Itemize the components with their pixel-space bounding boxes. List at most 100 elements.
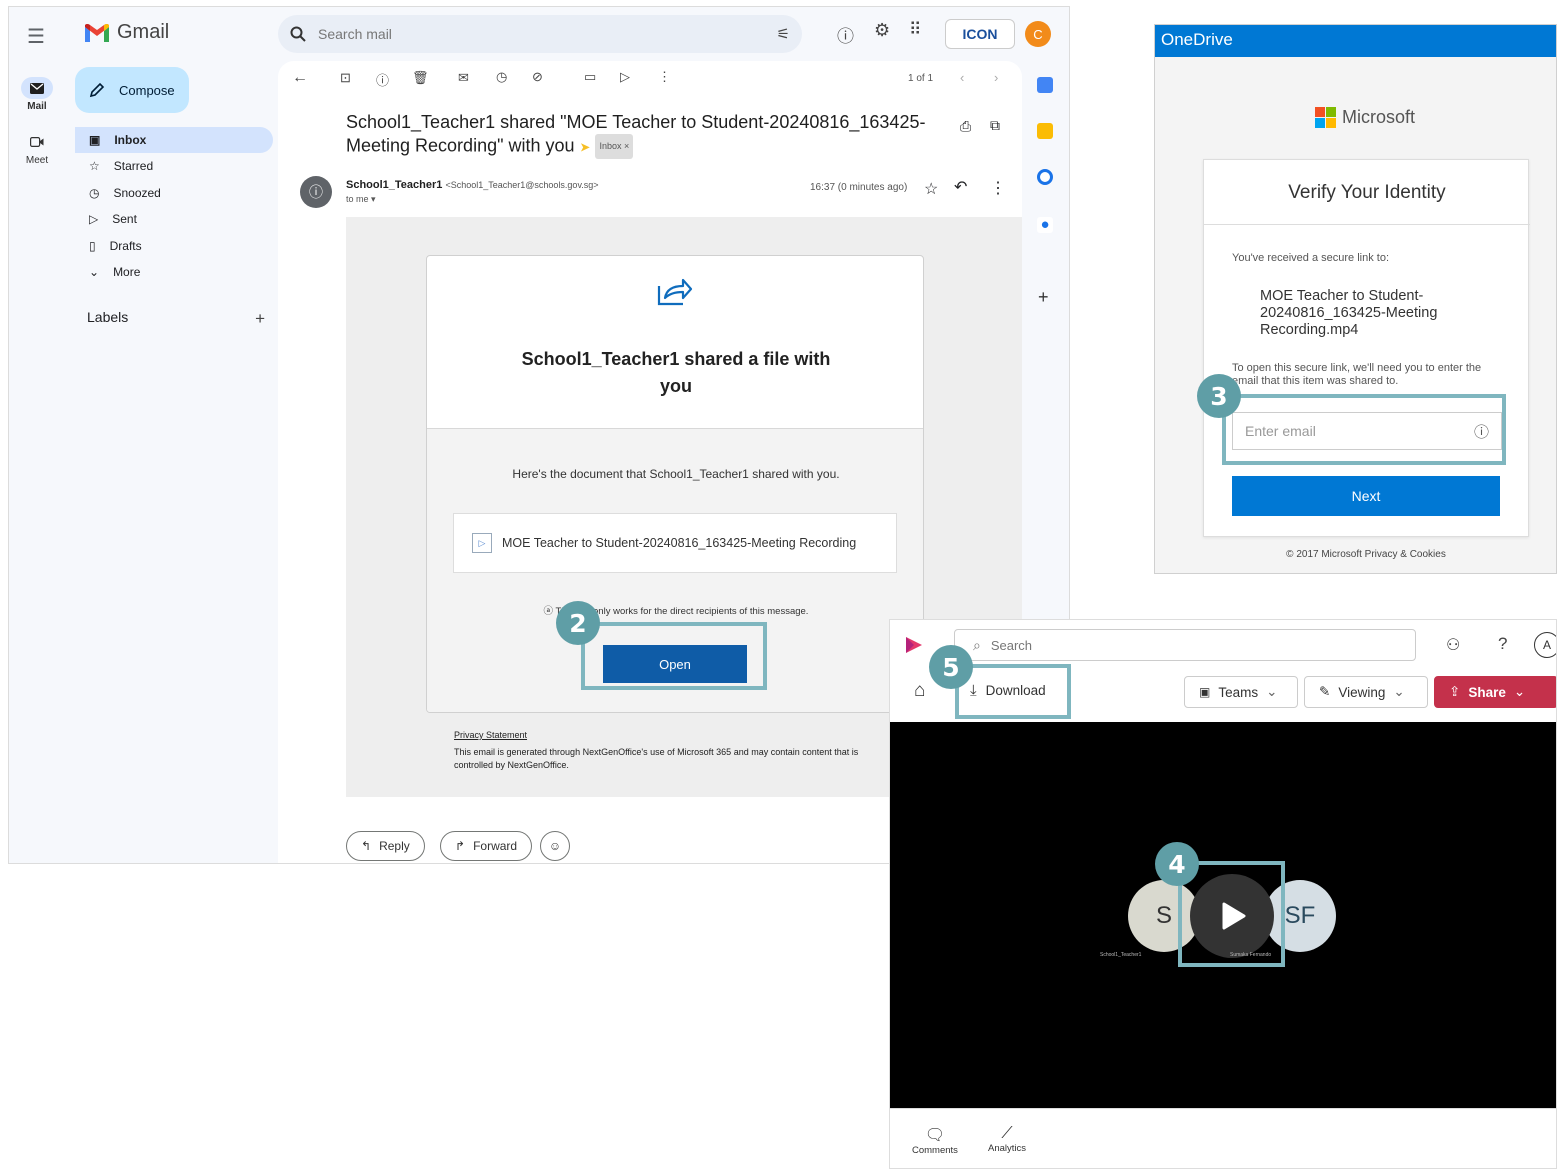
contacts-icon[interactable]: ● [1037,217,1053,233]
compose-button[interactable]: Compose [75,67,189,113]
search-input[interactable]: Search mail [318,26,777,42]
forward-button[interactable]: ↱ Forward [440,831,533,861]
chevron-down-icon: ⌄ [1513,684,1526,699]
share-file-icon [657,278,693,306]
keep-icon[interactable] [1037,123,1053,139]
privacy-statement-link[interactable]: Privacy Statement [454,730,527,740]
nav-starred[interactable]: ☆ Starred [75,153,273,179]
delete-icon[interactable]: 🗑︎ [412,70,429,86]
labels-section: Labels + [87,309,265,329]
next-icon[interactable]: › [994,70,998,85]
search-icon[interactable] [290,26,306,42]
shared-file-link[interactable]: ▷ MOE Teacher to Student-20240816_163425… [453,513,897,573]
annotation-step-5: 5 [929,645,973,689]
stream-logo-icon[interactable] [904,636,924,654]
get-addons-icon[interactable]: + [1038,287,1049,308]
nav-snoozed[interactable]: ◷ Snoozed [75,180,273,206]
onedrive-title: OneDrive [1161,30,1233,49]
reply-button[interactable]: ↰ Reply [346,831,425,861]
nav-inbox[interactable]: ▣ Inbox [75,127,273,153]
sender-name[interactable]: School1_Teacher1 [346,179,442,191]
emoji-button[interactable]: ☺ [540,831,570,861]
tasks-icon[interactable] [1037,169,1053,185]
message-more-icon[interactable]: ⋮ [990,178,1006,198]
home-icon[interactable]: ⌂ [914,680,925,702]
annotation-step-2: 2 [556,601,600,645]
nav-inbox-label: Inbox [114,133,147,147]
chevron-down-icon: ⌄ [1393,684,1405,699]
next-button[interactable]: Next [1232,476,1500,516]
stream-search-bar[interactable]: ⌕ Search [954,629,1416,661]
share-button[interactable]: ⇪ Share ⌄ [1434,676,1556,708]
message-toolbar: ← ⊡ ⓘ 🗑︎ ✉ ◷ ⊘ ▭ ▷ ⋮ 1 of 1 ‹ › [278,61,1022,97]
rail-mail[interactable]: Mail [9,77,65,112]
help-icon[interactable]: ⓘ [837,22,854,47]
org-logo[interactable]: ICON [945,19,1015,49]
gmail-app-name: Gmail [117,21,170,43]
email-footnote: This email is generated through NextGenO… [454,747,859,770]
stream-account-avatar[interactable]: A [1534,632,1556,658]
microsoft-squares-icon [1315,107,1336,128]
recipient-details[interactable]: to me ▾ [346,194,376,205]
add-label-icon[interactable]: + [255,309,265,329]
archive-icon[interactable]: ⊡ [340,70,351,86]
reply-label: Reply [379,839,410,853]
mail-search-bar[interactable]: Search mail ⚟ [278,15,802,53]
secure-file-name-text: MOE Teacher to Student-20240816_163425-M… [1260,288,1438,338]
more-vert-icon[interactable]: ⋮ [658,69,671,85]
mark-unread-icon[interactable]: ✉ [458,70,469,86]
add-task-icon[interactable]: ⊘ [532,69,543,85]
print-icon[interactable]: ⎙ [960,118,971,135]
viewing-mode-button[interactable]: ✎ Viewing ⌄ [1304,676,1428,708]
importance-icon[interactable]: ➤ [580,139,591,154]
reply-icon[interactable]: ↶ [954,177,967,197]
annotation-step-3-label: 3 [1210,381,1228,411]
back-arrow-icon[interactable]: ← [292,69,308,87]
card-description: Here's the document that School1_Teacher… [512,467,840,481]
prev-icon[interactable]: ‹ [960,70,964,85]
star-message-icon[interactable]: ☆ [924,179,938,199]
open-new-window-icon[interactable]: ⧉ [990,117,1000,134]
analytics-button[interactable]: ⟋ Analytics [988,1125,1026,1154]
main-menu-icon[interactable]: ☰ [27,24,45,49]
report-spam-icon[interactable]: ⓘ [376,70,389,89]
star-icon: ☆ [89,159,100,173]
nav-starred-label: Starred [113,159,154,173]
card-title: School1_Teacher1 shared a file with you [427,346,923,400]
pager: 1 of 1 [908,73,934,84]
video-icon [21,131,53,153]
label-icon[interactable]: ▷ [620,69,630,85]
video-file-icon: ▷ [472,533,492,553]
stream-search-input[interactable]: Search [991,638,1032,653]
annotation-box-download [955,664,1071,719]
teams-button[interactable]: ▣ Teams ⌄ [1184,676,1298,708]
clock-icon: ◷ [89,186,100,200]
chevron-down-icon: ⌄ [1266,684,1278,699]
account-avatar[interactable]: C [1025,21,1051,47]
rail-meet[interactable]: Meet [9,131,65,166]
gmail-logo[interactable]: Gmail [84,21,169,44]
next-label: Next [1351,488,1381,504]
forward-label: Forward [473,839,518,853]
search-options-icon[interactable]: ⚟ [777,25,790,43]
annotation-step-4-label: 4 [1168,849,1186,879]
instructions-text: To open this secure link, we'll need you… [1232,362,1482,387]
nav-more[interactable]: ⌄ More [75,259,273,285]
calendar-icon[interactable] [1037,77,1053,93]
apps-icon[interactable]: ⠿ [909,20,921,40]
annotation-step-5-label: 5 [942,652,960,682]
nav-drafts[interactable]: ▯ Drafts [75,233,273,259]
help-question-icon[interactable]: ? [1498,634,1507,654]
snooze-icon[interactable]: ◷ [496,69,507,85]
nav-more-label: More [113,265,141,279]
settings-icon[interactable]: ⚙ [874,20,890,41]
nav-sent[interactable]: ▷ Sent [75,206,273,232]
comments-button[interactable]: 🗨︎ Comments [912,1125,958,1156]
viewing-label: Viewing [1338,684,1386,700]
onedrive-footer[interactable]: © 2017 Microsoft Privacy & Cookies [1203,549,1529,560]
comments-label: Comments [912,1145,958,1156]
inbox-icon: ▣ [89,133,101,147]
inbox-label-badge[interactable]: Inbox × [595,134,634,159]
network-icon[interactable]: ⚇ [1446,635,1460,655]
move-to-icon[interactable]: ▭ [584,69,596,85]
